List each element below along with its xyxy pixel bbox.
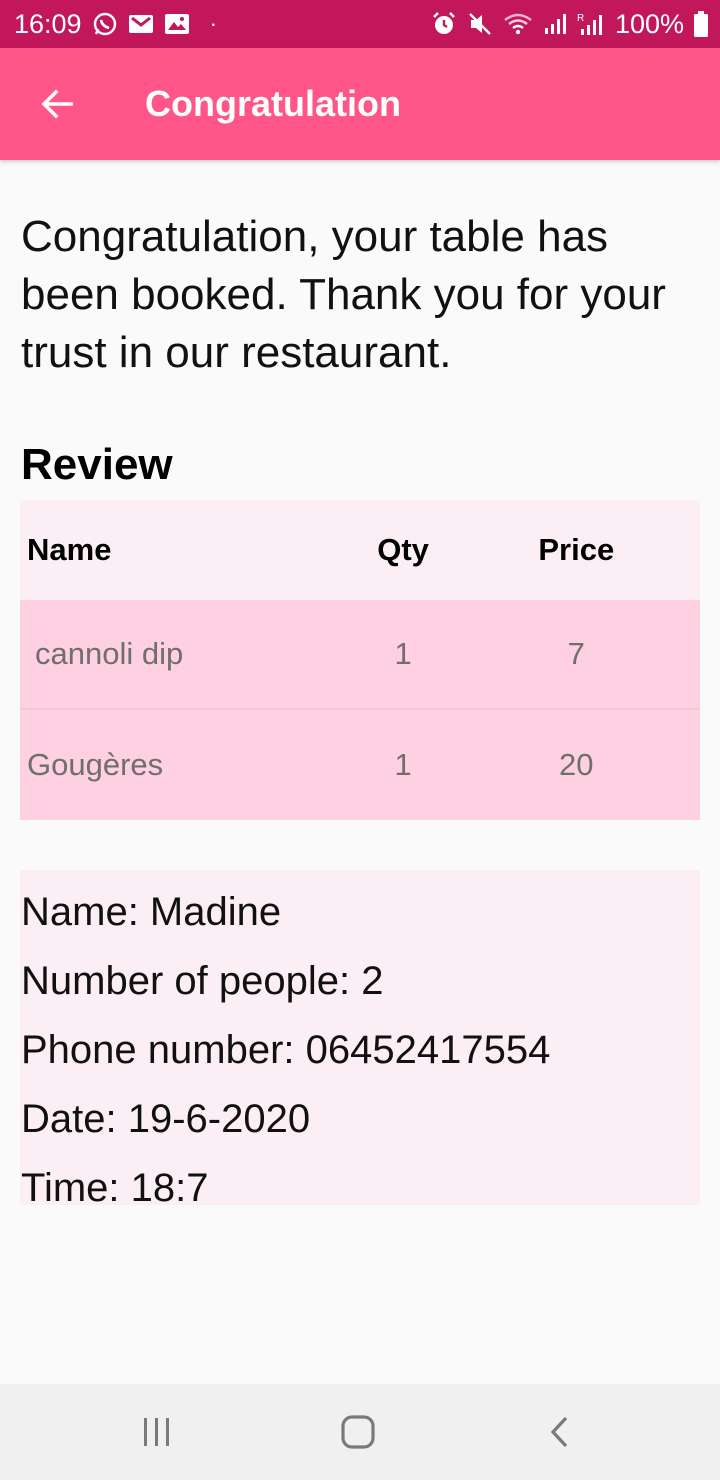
column-header-name: Name (27, 532, 112, 567)
navigation-bar (0, 1384, 720, 1480)
status-bar: 16:09 · R 100% (0, 0, 720, 48)
review-table: Name Qty Price cannoli dip 1 7 Gougères … (20, 500, 700, 820)
detail-name: Name: Madine (21, 890, 282, 934)
table-row: cannoli dip 1 7 (20, 600, 700, 710)
alarm-icon (431, 11, 457, 37)
app-bar-title: Congratulation (145, 83, 401, 124)
detail-date: Date: 19-6-2020 (21, 1097, 311, 1141)
status-time: 16:09 (14, 8, 82, 39)
column-header-qty: Qty (377, 532, 429, 567)
signal-icon (543, 12, 567, 36)
booking-details: Name: Madine Number of people: 2 Phone n… (20, 870, 700, 1210)
detail-people: Number of people: 2 (21, 959, 384, 1003)
wifi-icon (503, 12, 533, 36)
row-price: 20 (559, 747, 594, 782)
status-left: 16:09 · (14, 9, 217, 40)
row-name: cannoli dip (35, 636, 184, 671)
column-header-price: Price (538, 532, 615, 567)
row-name: Gougères (27, 747, 164, 782)
detail-time: Time: 18:7 (21, 1166, 209, 1210)
row-qty: 1 (394, 636, 412, 671)
signal-r-icon: R (577, 11, 605, 37)
mute-icon (467, 11, 493, 37)
home-icon (341, 1415, 375, 1449)
app-bar: Congratulation (0, 48, 720, 160)
back-button[interactable] (29, 76, 85, 132)
recents-button[interactable] (107, 1384, 207, 1480)
row-price: 7 (567, 636, 585, 671)
status-right: R 100% (431, 9, 708, 40)
recents-icon (144, 1418, 169, 1446)
review-heading: Review (21, 440, 173, 489)
row-qty: 1 (394, 747, 412, 782)
gmail-icon (128, 13, 154, 35)
battery-percent: 100% (614, 8, 684, 39)
table-row: Gougères 1 20 (20, 710, 700, 820)
notification-dot: · (209, 11, 217, 36)
back-icon (550, 1416, 568, 1448)
gallery-icon (164, 13, 190, 35)
confirmation-message: Congratulation, your table has been book… (21, 212, 666, 377)
system-back-button[interactable] (510, 1384, 610, 1480)
svg-text:R: R (577, 13, 584, 24)
detail-phone: Phone number: 06452417554 (21, 1028, 551, 1072)
home-button[interactable] (308, 1384, 408, 1480)
arrow-left-icon (41, 89, 73, 119)
whatsapp-icon (92, 11, 118, 37)
battery-icon (694, 11, 708, 37)
table-header: Name Qty Price (20, 500, 700, 600)
